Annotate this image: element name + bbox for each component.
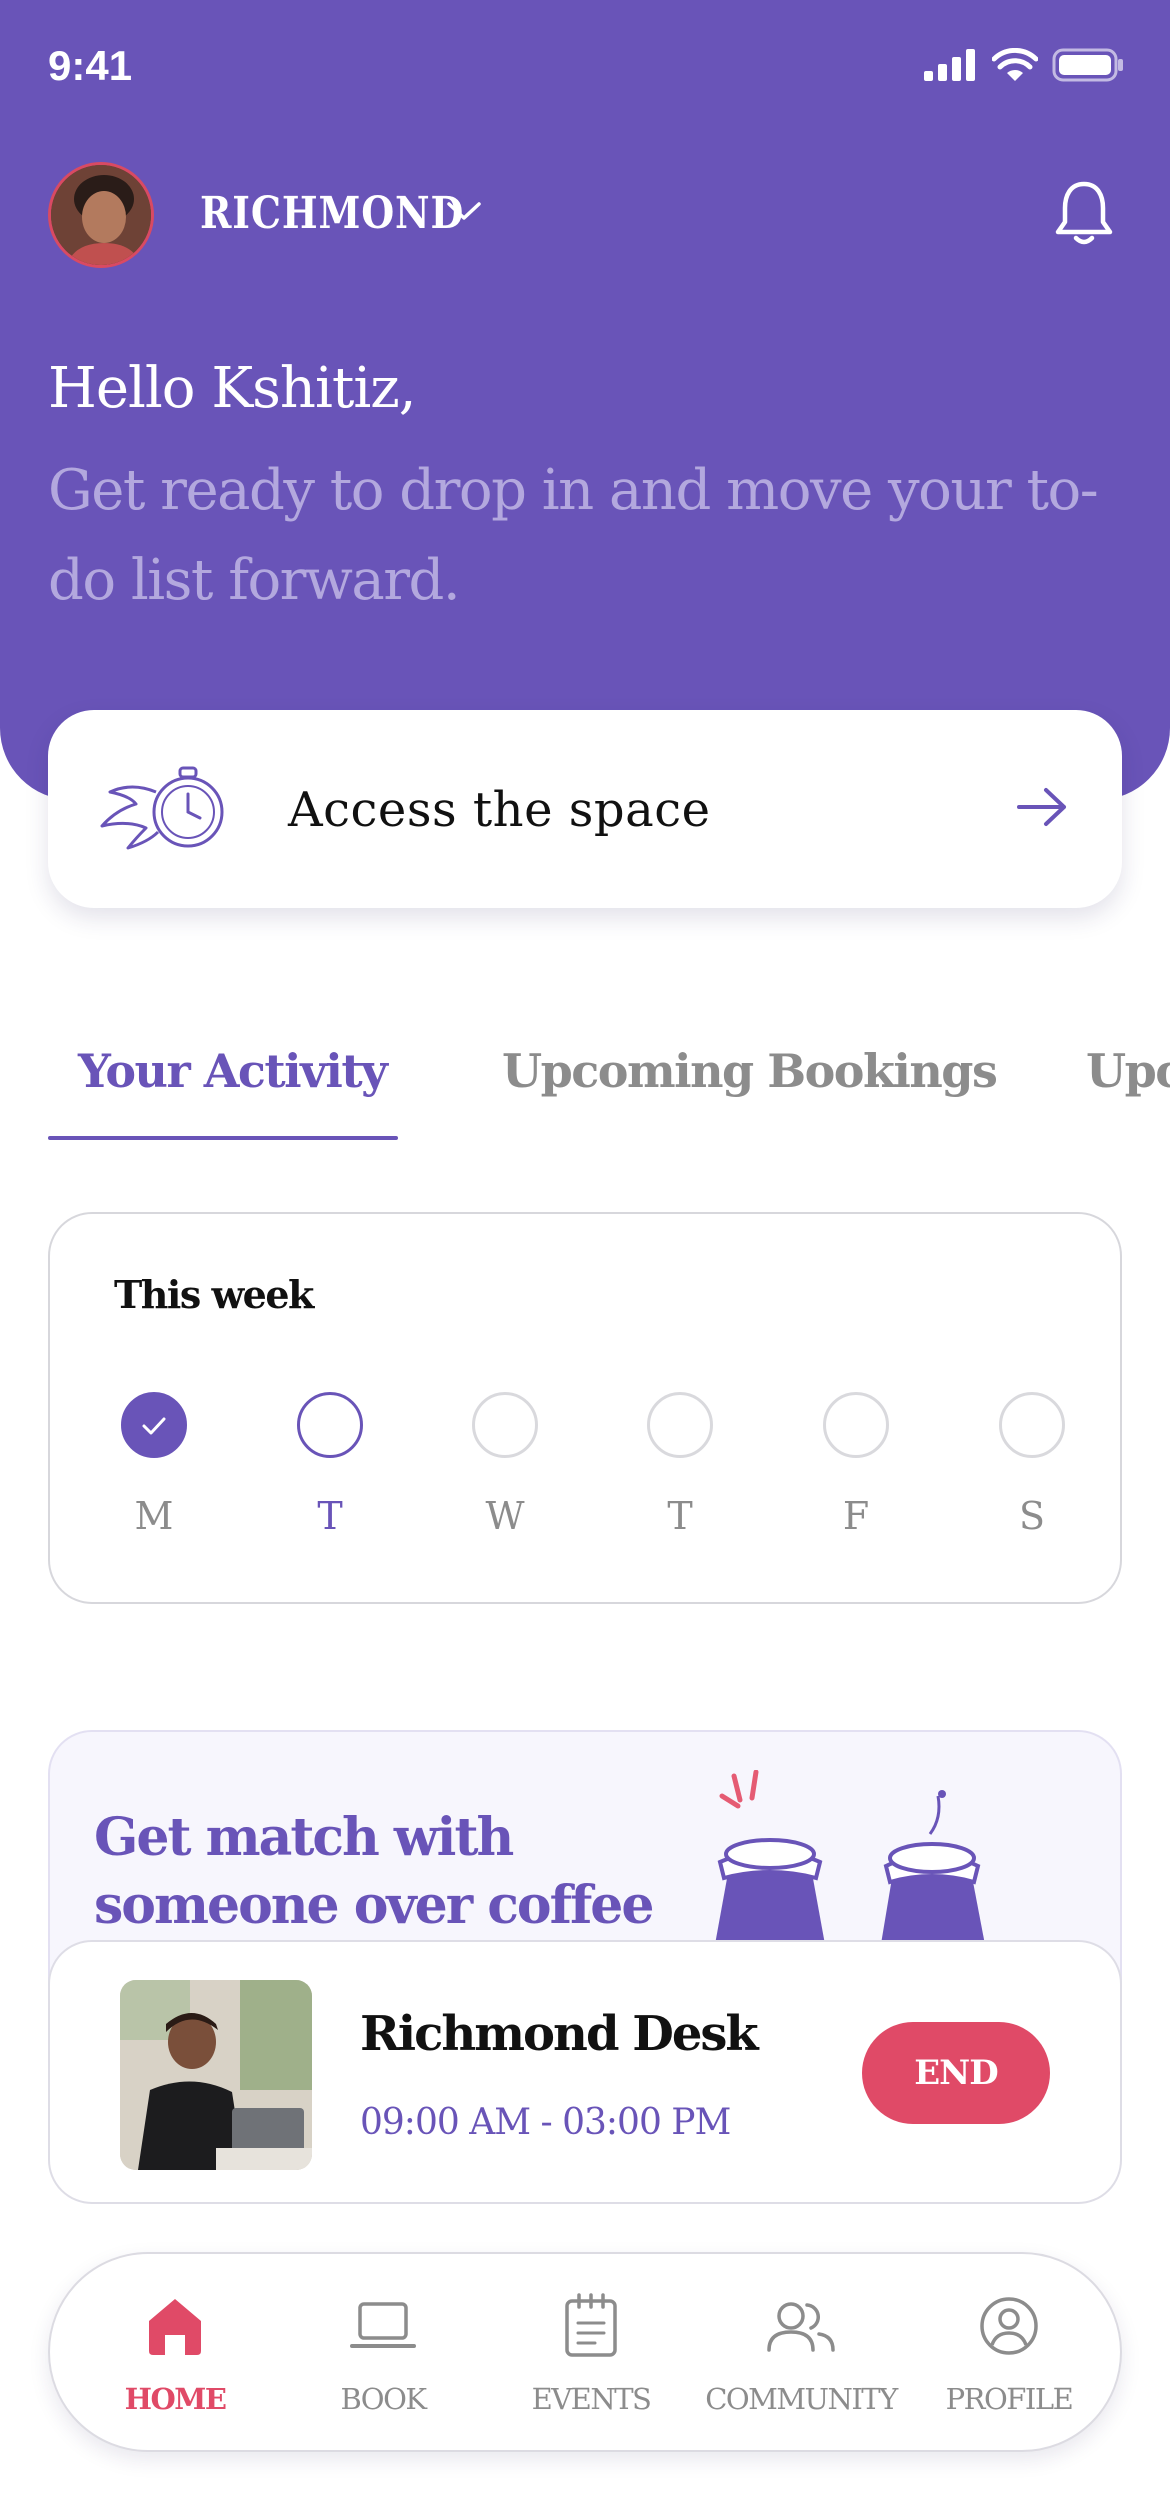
day-label: F [842,1494,870,1538]
day-friday: F [816,1392,896,1538]
status-icons [924,48,1124,82]
tab-upcoming-partial[interactable]: Upc [1086,1044,1170,1098]
day-status-pending [472,1392,538,1458]
laptop-icon [350,2302,416,2348]
battery-icon [1052,48,1123,82]
booking-photo [120,1980,312,2170]
signal-icon [924,49,975,81]
access-space-card[interactable]: Access the space [48,710,1122,908]
nav-profile[interactable]: PROFILE [904,2290,1114,2416]
day-tuesday: T [290,1392,370,1538]
nav-label: HOME [124,2382,227,2416]
week-activity-card: This week M T W T F S [48,1212,1122,1604]
location-selector[interactable]: RICHMOND [200,188,464,239]
day-status-today [297,1392,363,1458]
home-icon [149,2299,201,2355]
nav-book[interactable]: BOOK [278,2290,488,2416]
coffee-match-title-line1: Get match with [94,1807,514,1868]
nav-community[interactable]: COMMUNITY [696,2290,906,2416]
active-booking-card[interactable]: Richmond Desk 09:00 AM - 03:00 PM END [48,1940,1122,2204]
stopwatch-icon [100,766,224,850]
nav-home[interactable]: HOME [70,2290,280,2416]
day-label: S [1018,1494,1046,1538]
day-monday: M [114,1392,194,1538]
activity-tabs: Your Activity Upcoming Bookings Upc [0,1036,1170,1146]
booking-time: 09:00 AM - 03:00 PM [360,2102,731,2143]
tab-underline [48,1136,398,1140]
avatar[interactable] [48,162,154,268]
day-status-pending [823,1392,889,1458]
tab-upcoming-bookings[interactable]: Upcoming Bookings [502,1044,998,1098]
day-label: W [485,1494,525,1538]
day-wednesday: W [465,1392,545,1538]
bell-icon[interactable] [1052,178,1116,248]
greeting-subtitle: Get ready to drop in and move your to-do… [48,458,1099,613]
day-status-pending [647,1392,713,1458]
checkmark-icon [142,1417,166,1435]
wifi-icon [992,48,1038,81]
status-time: 9:41 [48,42,133,89]
booking-title: Richmond Desk [360,2006,759,2062]
access-space-label: Access the space [288,782,711,838]
profile-icon [980,2297,1038,2355]
nav-events[interactable]: EVENTS [486,2290,696,2416]
nav-label: COMMUNITY [705,2382,898,2416]
coffee-match-title-line2: someone over coffee [94,1875,654,1936]
week-title: This week [114,1272,314,1317]
greeting: Hello Kshitiz, [48,356,417,421]
day-label: T [667,1494,693,1538]
end-booking-button[interactable]: END [862,2022,1050,2124]
day-status-pending [999,1392,1065,1458]
chevron-down-icon[interactable] [446,200,482,222]
day-thursday: T [640,1392,720,1538]
tab-your-activity[interactable]: Your Activity [78,1044,388,1098]
day-saturday: S [992,1392,1072,1538]
calendar-icon [565,2293,617,2357]
coffee-match-title: Get match with someone over coffee [94,1804,654,1940]
arrow-right-icon [1017,788,1066,826]
people-icon [767,2302,835,2352]
nav-label: BOOK [340,2382,427,2416]
nav-label: EVENTS [531,2382,652,2416]
bottom-navigation: HOME BOOK EVENTS COMMUNITY PROFILE [48,2252,1122,2452]
day-status-done [121,1392,187,1458]
nav-label: PROFILE [945,2382,1074,2416]
day-label: M [134,1494,174,1538]
day-label: T [317,1494,343,1538]
